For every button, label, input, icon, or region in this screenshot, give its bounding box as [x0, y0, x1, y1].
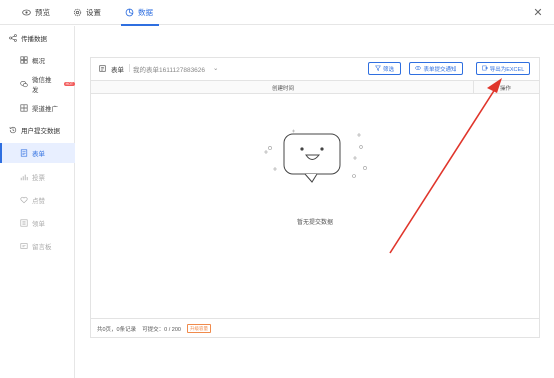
sidebar-group-share-data[interactable]: 传播数据: [0, 28, 75, 48]
card-header: 表单 我的表单1611127883626 ⌄ 筛选 表单提交通知 导出为EXCE…: [91, 58, 539, 79]
export-icon: [482, 65, 488, 73]
column-divider: [473, 81, 474, 94]
tab-settings[interactable]: 设置: [73, 0, 101, 25]
bar-chart-icon: [20, 173, 28, 181]
sidebar-group-user-data[interactable]: 用户提交数据: [0, 120, 75, 140]
export-excel-button[interactable]: 导出为EXCEL: [476, 62, 530, 75]
bell-icon: [415, 65, 422, 73]
sidebar-item-label: 表单: [32, 151, 45, 158]
sidebar-item-label: 投票: [32, 175, 45, 182]
channel-icon: [20, 104, 28, 112]
form-icon: [20, 149, 28, 157]
sidebar-group-label: 用户提交数据: [21, 128, 60, 135]
form-data-card: 表单 我的表单1611127883626 ⌄ 筛选 表单提交通知 导出为EXCE…: [90, 57, 540, 338]
sidebar-item-label: 微信推发: [32, 77, 52, 94]
gear-icon: [73, 8, 82, 17]
sidebar-item-channel[interactable]: 渠道推广: [0, 98, 75, 118]
sidebar-item-label: 留言板: [32, 244, 52, 251]
sidebar-item-form[interactable]: 表单: [0, 143, 75, 163]
sidebar-item-vote[interactable]: 投票: [0, 167, 75, 187]
list-icon: [20, 219, 28, 227]
heart-icon: [20, 196, 28, 204]
close-icon[interactable]: ✕: [532, 6, 544, 19]
grid-icon: [20, 56, 28, 64]
sidebar: 传播数据 概况 微信推发 HOT 渠道推广 用户提交数据 表单 投票 点赞 领单…: [0, 26, 75, 378]
message-icon: [20, 242, 28, 250]
export-button-label: 导出为EXCEL: [489, 66, 525, 73]
sidebar-item-like[interactable]: 点赞: [0, 190, 75, 210]
tab-preview[interactable]: 预览: [22, 0, 50, 25]
sidebar-item-wechat[interactable]: 微信推发 HOT: [0, 74, 75, 94]
filter-icon: [375, 65, 381, 73]
card-footer: 共0页，0条记录 可提交：0 / 200 升级容量: [91, 318, 539, 338]
sidebar-item-label: 点赞: [32, 198, 45, 205]
sidebar-item-overview[interactable]: 概况: [0, 50, 75, 70]
form-selector[interactable]: 我的表单1611127883626: [133, 64, 205, 74]
tab-preview-label: 预览: [35, 8, 50, 17]
divider: [129, 64, 130, 72]
pagination-summary: 共0页，0条记录: [97, 326, 137, 333]
top-tab-bar: 预览 设置 数据 ✕: [0, 0, 554, 26]
form-icon: [99, 65, 106, 72]
notify-button-label: 表单提交通知: [423, 66, 457, 73]
wechat-icon: [20, 80, 28, 88]
sidebar-item-message-board[interactable]: 留言板: [0, 236, 75, 256]
chevron-down-icon[interactable]: ⌄: [213, 64, 218, 72]
tab-data[interactable]: 数据: [121, 0, 159, 26]
history-icon: [9, 126, 17, 134]
main-content: 表单 我的表单1611127883626 ⌄ 筛选 表单提交通知 导出为EXCE…: [76, 26, 554, 378]
upgrade-capacity-button[interactable]: 升级容量: [186, 324, 211, 333]
hot-badge: HOT: [63, 81, 75, 87]
submission-quota: 可提交：0 / 200: [142, 326, 181, 333]
form-label: 表单: [111, 67, 124, 74]
sidebar-item-label: 渠道推广: [32, 106, 58, 113]
data-icon: [125, 8, 134, 17]
column-header-actions: 操作: [500, 86, 512, 92]
empty-state-illustration-icon: [264, 129, 367, 183]
sidebar-item-label: 领单: [32, 221, 45, 228]
table-header: 创建时间 操作: [91, 80, 539, 94]
form-notify-button[interactable]: 表单提交通知: [409, 62, 463, 75]
tab-settings-label: 设置: [86, 8, 101, 17]
share-icon: [9, 34, 17, 42]
filter-button[interactable]: 筛选: [368, 62, 401, 75]
sidebar-group-label: 传播数据: [21, 36, 47, 43]
filter-button-label: 筛选: [382, 66, 394, 73]
sidebar-item-label: 概况: [32, 58, 45, 65]
column-header-created-time: 创建时间: [272, 86, 295, 92]
empty-state-text: 暂无提交数据: [296, 220, 333, 226]
tab-data-label: 数据: [138, 8, 153, 17]
sidebar-item-order[interactable]: 领单: [0, 213, 75, 233]
eye-icon: [22, 8, 31, 17]
